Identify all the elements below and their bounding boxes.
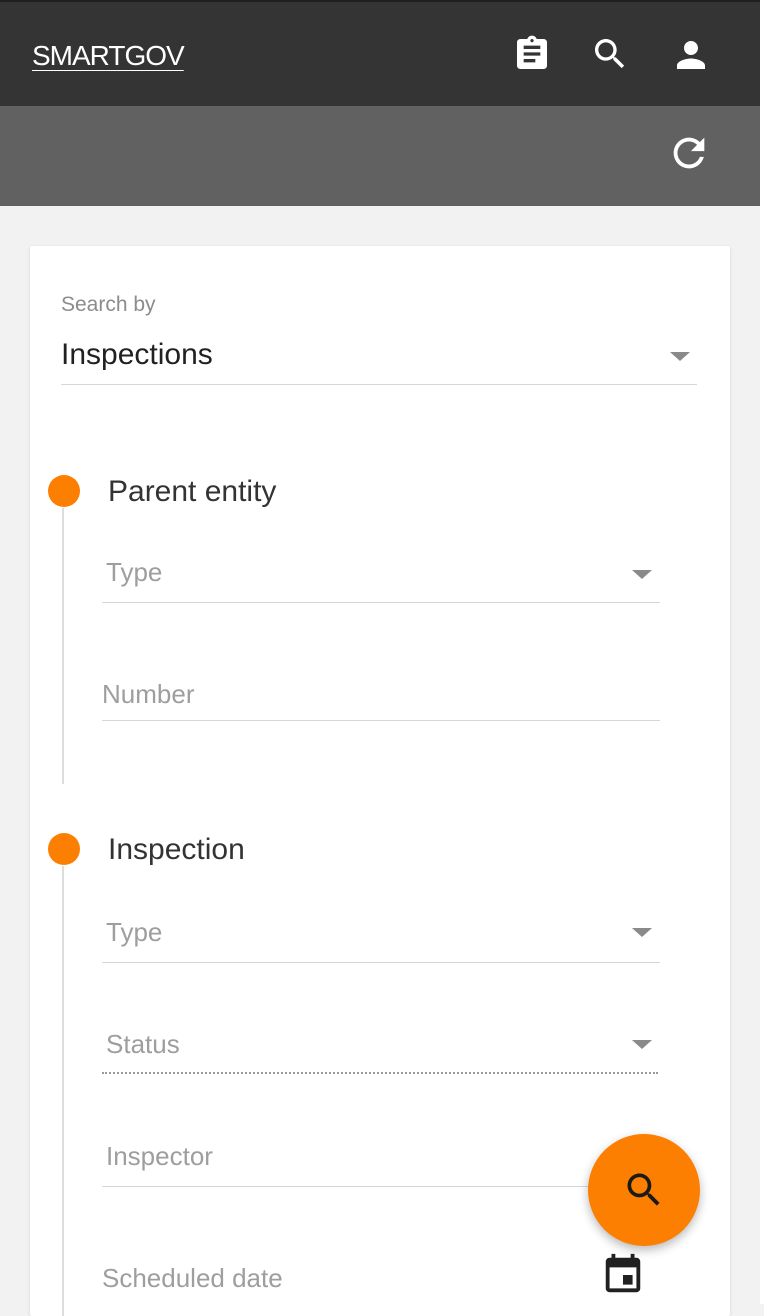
section-title-inspection: Inspection [108,833,245,866]
search-by-underline [61,384,697,385]
parent-number-underline [102,720,660,721]
clipboard-icon[interactable] [512,34,552,74]
chevron-down-icon[interactable] [632,1040,652,1049]
chevron-down-icon[interactable] [670,352,690,361]
calendar-icon[interactable] [600,1252,646,1298]
search-icon [627,1173,660,1206]
search-fab-button[interactable] [588,1134,700,1246]
inspection-type-underline [102,962,660,963]
search-by-label: Search by [61,293,156,316]
refresh-icon[interactable] [666,130,712,176]
brand-logo[interactable]: SMARTGOV [32,40,185,72]
chevron-down-icon[interactable] [632,570,652,579]
inspector-placeholder: Inspector [106,1141,213,1171]
inspection-type-placeholder: Type [106,917,163,947]
step-dot-parent [48,475,80,507]
parent-number-placeholder: Number [102,679,195,709]
parent-type-underline [102,602,660,603]
chevron-down-icon[interactable] [632,928,652,937]
step-line-inspection [62,866,64,1316]
parent-type-placeholder: Type [106,557,163,587]
step-dot-inspection [48,833,80,865]
account-icon[interactable] [670,34,710,74]
scheduled-date-placeholder: Scheduled date [102,1263,283,1293]
inspection-status-underline [102,1072,658,1074]
search-by-value[interactable]: Inspections [61,338,213,372]
sub-toolbar [0,106,764,206]
inspector-underline [102,1186,602,1187]
step-line-parent [62,508,64,784]
search-icon[interactable] [590,34,630,74]
inspection-status-placeholder: Status [106,1029,180,1059]
section-title-parent-entity: Parent entity [108,475,277,508]
window-edge [760,0,764,1304]
app-bar: SMARTGOV [0,0,764,106]
